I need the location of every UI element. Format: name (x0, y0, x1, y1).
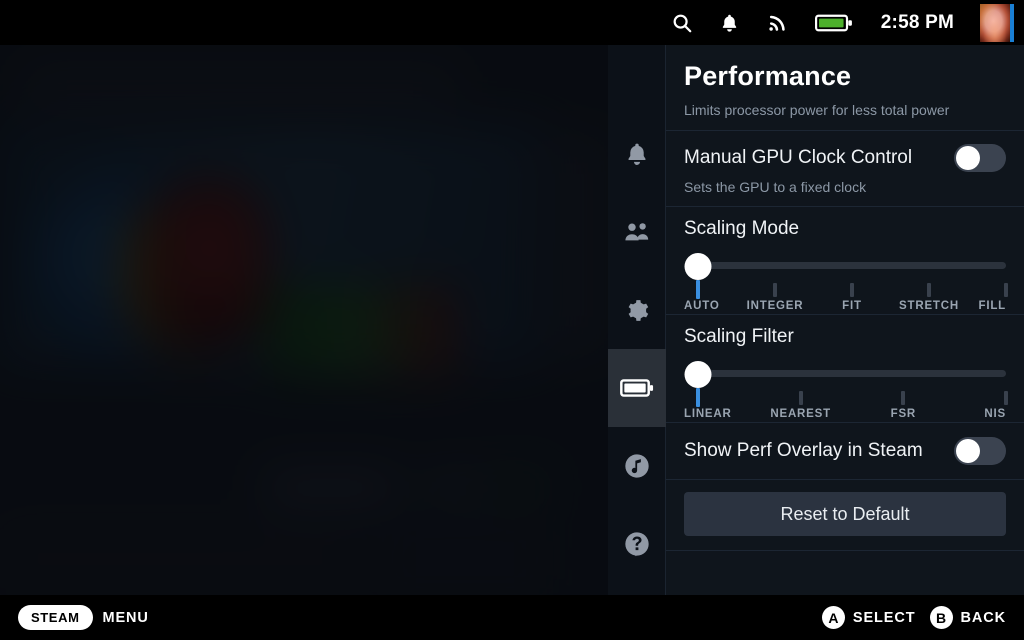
steam-button[interactable]: STEAM (18, 605, 93, 630)
scaling-filter-slider[interactable]: LINEAR NEAREST FSR NIS (684, 361, 1008, 420)
slider-tick (798, 391, 803, 406)
reset-section: Reset to Default (666, 480, 1024, 552)
slider-tick-label: AUTO (684, 300, 720, 313)
slider-knob[interactable] (684, 361, 712, 389)
b-button-icon: B (929, 606, 953, 629)
background-game-library (0, 45, 608, 595)
sidebar-item-notifications[interactable] (608, 115, 666, 193)
panel-header: Performance Limits processor power for l… (666, 45, 1024, 132)
slider-tick-label: NIS (984, 408, 1006, 421)
slider-tick-label: FILL (978, 300, 1006, 313)
perf-overlay-row: Show Perf Overlay in Steam (684, 437, 1006, 466)
manual-gpu-clock-row: Manual GPU Clock Control (684, 144, 1006, 173)
slider-tick (1004, 283, 1008, 298)
slider-knob[interactable] (684, 253, 712, 281)
slider-tick-label: FIT (842, 300, 862, 313)
slider-track (698, 262, 1006, 270)
slider-tick-label: STRETCH (899, 300, 959, 313)
back-label: BACK (960, 609, 1006, 626)
perf-overlay-toggle[interactable] (954, 437, 1006, 466)
header-subtitle: Limits processor power for less total po… (684, 102, 950, 119)
avatar[interactable] (980, 3, 1014, 42)
toggle-knob (956, 439, 980, 464)
slider-tick (850, 283, 854, 298)
sidebar-item-music[interactable] (608, 427, 666, 505)
reset-to-default-button[interactable]: Reset to Default (684, 492, 1006, 537)
status-bar: 2:58 PM (0, 0, 1024, 45)
back-action[interactable]: B BACK (929, 606, 1007, 629)
slider-track (698, 370, 1006, 378)
menu-label: MENU (102, 609, 149, 626)
page-title: Performance (684, 61, 852, 91)
sidebar-item-settings[interactable] (608, 271, 666, 349)
scaling-mode-label: Scaling Mode (684, 218, 800, 240)
sidebar-item-friends[interactable] (608, 193, 666, 271)
scaling-mode-slider[interactable]: AUTO INTEGER FIT STRETCH FILL (684, 253, 1008, 312)
slider-tick-label: INTEGER (746, 300, 804, 313)
slider-tick (901, 391, 906, 406)
slider-tick (696, 388, 700, 408)
select-action[interactable]: A SELECT (821, 606, 916, 629)
bottom-bar: STEAM MENU A SELECT B BACK (0, 595, 1024, 640)
manual-gpu-clock-toggle[interactable] (954, 144, 1006, 173)
bottom-bar-right: A SELECT B BACK (821, 606, 1007, 629)
signal-icon[interactable] (765, 10, 791, 36)
bell-icon (624, 140, 650, 168)
slider-tick (1004, 391, 1008, 406)
toggle-knob (956, 146, 980, 171)
quick-access-sidebar (607, 45, 666, 595)
battery-icon (619, 377, 654, 399)
quick-access-panel: Performance Limits processor power for l… (607, 45, 1024, 595)
perf-overlay-label: Show Perf Overlay in Steam (684, 440, 923, 462)
clock: 2:58 PM (880, 11, 954, 33)
search-icon[interactable] (669, 10, 695, 36)
slider-tick-labels: AUTO INTEGER FIT STRETCH FILL (684, 300, 1006, 316)
performance-settings-content: Performance Limits processor power for l… (666, 45, 1024, 595)
slider-tick-label: LINEAR (684, 408, 732, 421)
people-icon (623, 219, 651, 245)
sidebar-item-help[interactable] (608, 505, 666, 583)
battery-icon (813, 10, 857, 36)
steam-deck-screen: 2:58 PM Performance Limits processor pow… (0, 0, 1024, 640)
sidebar-item-performance[interactable] (607, 349, 666, 427)
background-dim-scrim (0, 45, 608, 595)
gear-icon (623, 297, 650, 324)
manual-gpu-clock-subtitle: Sets the GPU to a fixed clock (684, 179, 867, 196)
slider-tick (927, 283, 931, 298)
bottom-bar-left: STEAM MENU (18, 605, 149, 630)
music-note-icon (623, 452, 651, 480)
select-label: SELECT (852, 609, 916, 626)
bell-icon[interactable] (717, 10, 743, 36)
scaling-filter-label: Scaling Filter (684, 326, 794, 348)
setting-perf-overlay[interactable]: Show Perf Overlay in Steam (666, 423, 1024, 481)
slider-tick-labels: LINEAR NEAREST FSR NIS (684, 408, 1006, 424)
slider-tick (773, 283, 777, 298)
slider-tick (696, 280, 700, 300)
empty-section (666, 551, 1024, 595)
setting-scaling-mode[interactable]: Scaling Mode AUTO INTEGER FIT STRETCH FILL (666, 207, 1024, 316)
a-button-icon: A (821, 606, 845, 629)
slider-tick-label: NEAREST (770, 408, 831, 421)
question-mark-icon (623, 530, 651, 558)
setting-scaling-filter[interactable]: Scaling Filter LINEAR NEAREST FSR NIS (666, 315, 1024, 424)
setting-manual-gpu-clock[interactable]: Manual GPU Clock Control Sets the GPU to… (666, 131, 1024, 208)
manual-gpu-clock-label: Manual GPU Clock Control (684, 147, 913, 169)
slider-tick-label: FSR (890, 408, 917, 421)
